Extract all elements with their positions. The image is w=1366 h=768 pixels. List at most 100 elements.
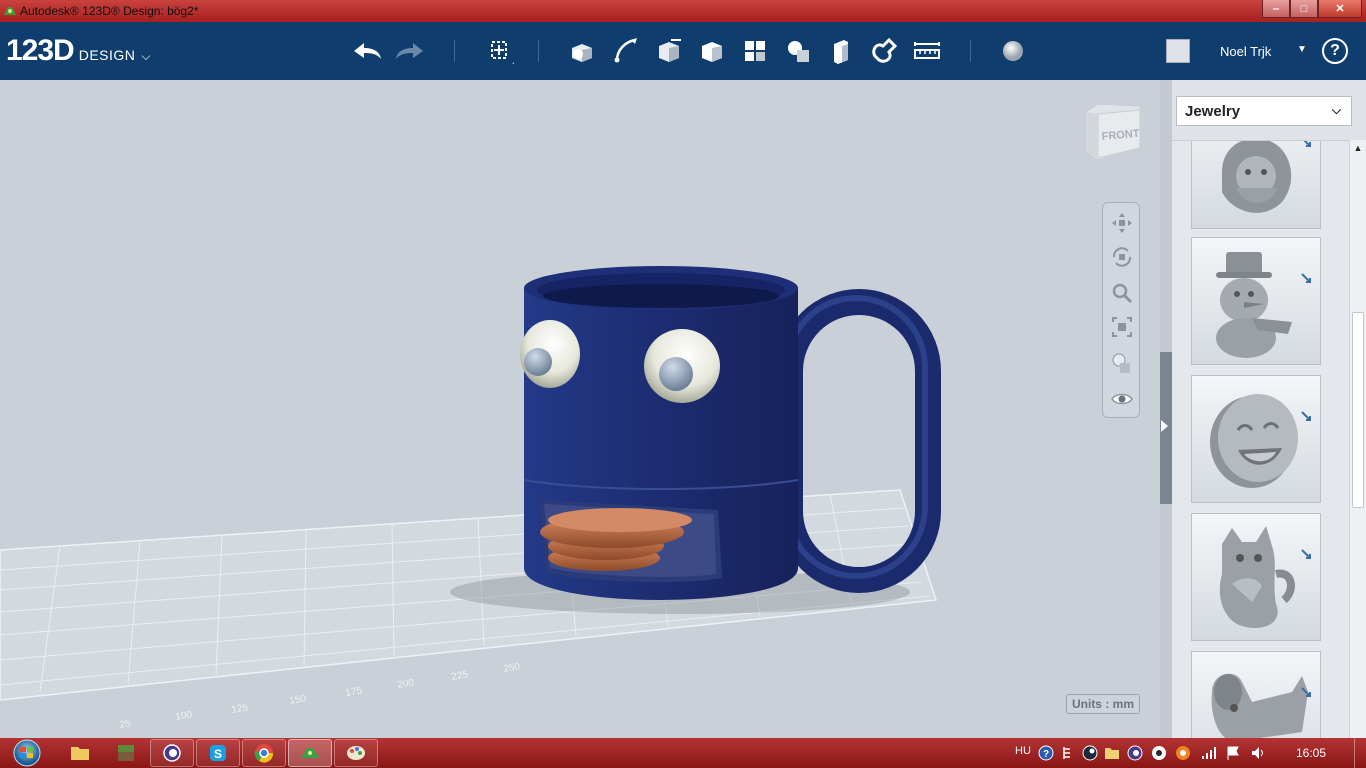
help-button[interactable]: ? [1322, 38, 1348, 64]
chevron-right-icon [1161, 420, 1168, 432]
scene-canvas[interactable]: 25 100 125 150 175 200 225 250 [0, 80, 1160, 738]
action-center-flag-icon[interactable] [1225, 745, 1241, 761]
show-desktop-button[interactable] [1354, 738, 1366, 768]
main-toolbar: 123D DESIGN ⌵ Noel Trjk ▼ ? [0, 22, 1366, 80]
help-circle-icon[interactable]: ? [1038, 745, 1054, 761]
model-thumb-smiley[interactable] [1191, 375, 1321, 503]
taskbar-paint[interactable] [334, 739, 378, 767]
pan-icon[interactable] [1110, 211, 1134, 235]
clock[interactable]: 16:05 [1296, 746, 1326, 760]
volume-icon[interactable] [1250, 745, 1266, 761]
window-title: Autodesk® 123D® Design: bög2* [20, 4, 199, 18]
view-cube[interactable]: FRONT [1080, 100, 1144, 164]
skype-icon: S [210, 745, 226, 761]
redo-icon [396, 43, 423, 59]
transform-icon [491, 41, 514, 64]
perspective-icon[interactable] [1110, 351, 1134, 375]
grid-label: 125 [231, 702, 250, 716]
taskbar-123d-design[interactable] [288, 739, 332, 767]
logo-subtext: DESIGN [78, 47, 136, 63]
redo-button[interactable] [393, 36, 427, 66]
gamepad-icon[interactable] [1151, 745, 1167, 761]
download-icon[interactable] [1300, 272, 1314, 286]
folder-sync-icon[interactable] [1104, 745, 1120, 761]
steam-icon[interactable] [1082, 745, 1098, 761]
construct-icon [659, 39, 681, 62]
taskbar-explorer[interactable] [58, 739, 102, 767]
close-button[interactable]: ✕ [1318, 0, 1362, 18]
avast-icon[interactable] [1175, 745, 1191, 761]
grid-label: 100 [175, 709, 194, 723]
chevron-down-icon: ⌵ [141, 49, 151, 63]
grid-label: 200 [397, 677, 416, 691]
avatar[interactable] [1166, 39, 1190, 63]
maximize-button[interactable]: □ [1290, 0, 1318, 18]
scroll-up-arrow-icon[interactable]: ▲ [1350, 140, 1366, 156]
download-icon[interactable] [1300, 140, 1314, 150]
taskbar-skype[interactable]: S [196, 739, 240, 767]
orbit-icon[interactable] [1110, 245, 1134, 269]
category-value: Jewelry [1185, 103, 1241, 120]
minecraft-icon [118, 745, 134, 761]
download-icon[interactable] [1300, 686, 1314, 700]
model-thumb-santa[interactable] [1191, 140, 1321, 229]
minimize-button[interactable]: ‒ [1262, 0, 1290, 18]
undo-button[interactable] [350, 36, 384, 66]
download-icon[interactable] [1300, 410, 1314, 424]
measure-button[interactable] [910, 36, 944, 66]
undo-icon [354, 43, 381, 59]
user-name[interactable]: Noel Trjk [1220, 44, 1271, 59]
units-indicator[interactable]: Units : mm [1066, 694, 1140, 714]
fit-icon[interactable] [1110, 315, 1134, 339]
taskbar-eclipse[interactable] [150, 739, 194, 767]
panel-scrollbar[interactable]: ▲ [1349, 140, 1366, 738]
viewport-3d[interactable]: 25 100 125 150 175 200 225 250 FRONT Uni… [0, 80, 1160, 738]
material-button[interactable] [996, 36, 1030, 66]
transform-button[interactable] [482, 36, 516, 66]
grid-label: 150 [289, 693, 308, 707]
title-bar: Autodesk® 123D® Design: bög2* ‒ □ ✕ [0, 0, 1366, 22]
primitives-button[interactable] [566, 36, 600, 66]
combine-button[interactable] [824, 36, 858, 66]
sketch-icon [614, 38, 637, 63]
taskbar-minecraft[interactable] [104, 739, 148, 767]
grouping-icon [788, 41, 809, 62]
model-gallery [1172, 140, 1352, 738]
logo-text: 123D [6, 34, 75, 67]
taskbar-chrome[interactable] [242, 739, 286, 767]
model-thumb-dog[interactable] [1191, 651, 1321, 738]
language-indicator[interactable]: HU [1015, 745, 1031, 757]
construct-button[interactable] [652, 36, 686, 66]
sketch-button[interactable] [609, 36, 643, 66]
123d-design-icon [301, 748, 319, 758]
signal-bars-icon[interactable] [1200, 745, 1216, 761]
material-icon [1003, 41, 1023, 61]
right-eye [644, 329, 720, 403]
user-menu-caret-icon[interactable]: ▼ [1297, 44, 1307, 55]
zoom-icon[interactable] [1110, 281, 1134, 305]
taskbar: S HU ? 16:05 [0, 738, 1366, 768]
eclipse-icon [163, 744, 181, 762]
model-thumb-cat[interactable] [1191, 513, 1321, 641]
left-eye [520, 320, 580, 388]
snap-button[interactable] [867, 36, 901, 66]
scroll-thumb[interactable] [1352, 312, 1364, 508]
grid-label: 225 [451, 669, 470, 683]
svg-text:?: ? [1043, 749, 1049, 760]
app-menu-button[interactable]: 123D DESIGN ⌵ [6, 34, 151, 68]
network-adapter-icon[interactable] [1060, 745, 1076, 761]
modify-button[interactable] [695, 36, 729, 66]
app-icon [4, 7, 16, 15]
eclipse-tray-icon[interactable] [1127, 745, 1143, 761]
pattern-button[interactable] [738, 36, 772, 66]
visibility-eye-icon[interactable] [1110, 387, 1134, 411]
grouping-button[interactable] [781, 36, 815, 66]
download-icon[interactable] [1300, 548, 1314, 562]
grid-label: 250 [503, 661, 522, 675]
chrome-icon [254, 744, 274, 763]
start-button-icon[interactable] [8, 739, 46, 767]
folder-icon [71, 747, 89, 760]
model-thumb-snowman[interactable] [1191, 237, 1321, 365]
pattern-icon [745, 41, 765, 61]
category-dropdown[interactable]: Jewelry ⌵ [1176, 96, 1352, 126]
